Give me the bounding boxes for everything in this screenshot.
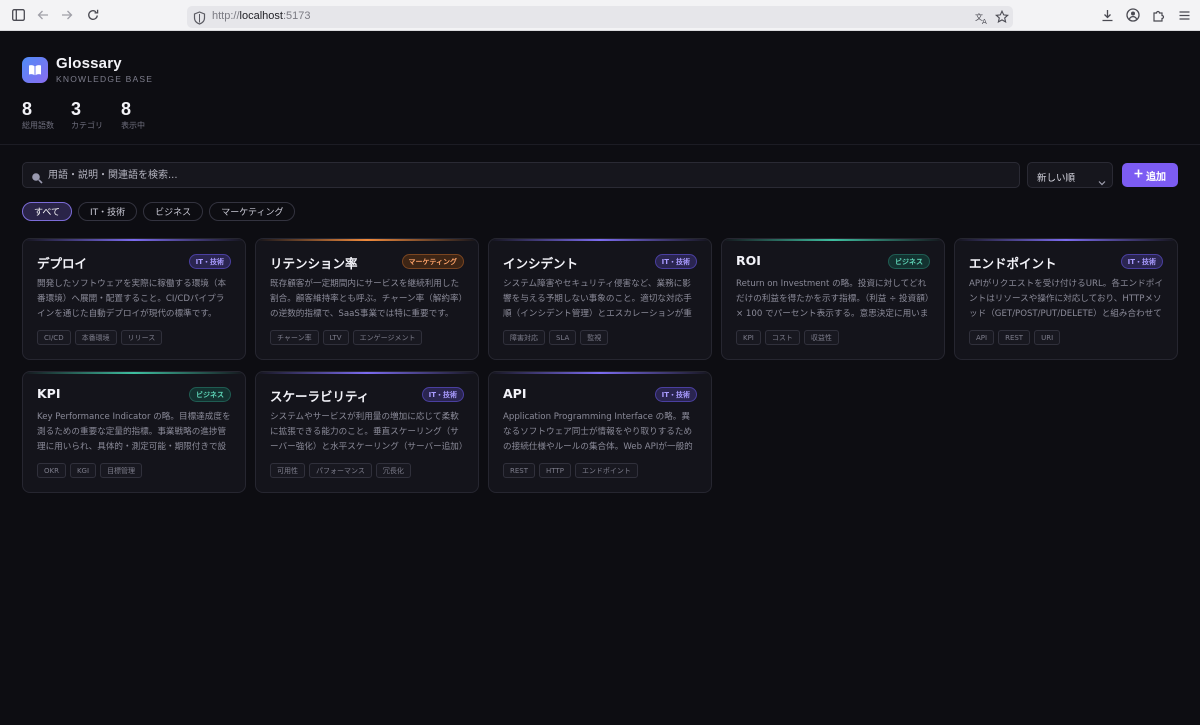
search-box[interactable] (22, 162, 1020, 188)
tag[interactable]: コスト (764, 330, 800, 345)
term-description: Return on Investment の略。投資に対してどれだけの利益を得た… (736, 279, 930, 319)
account-icon[interactable] (1125, 7, 1141, 23)
book-icon (22, 57, 48, 83)
tag[interactable]: エンゲージメント (352, 330, 423, 345)
term-description: Key Performance Indicator の略。目標達成度を測るための… (37, 412, 231, 452)
app-subtitle: KNOWLEDGE BASE (56, 74, 154, 84)
category-badge: IT・技術 (654, 387, 697, 402)
tag[interactable]: 可用性 (270, 463, 305, 478)
term-card[interactable]: リテンション率 マーケティング 既存顧客が一定期間内にサービスを継続利用した割合… (255, 238, 479, 360)
tag[interactable]: CI/CD (37, 330, 71, 345)
search-icon (31, 169, 43, 188)
filter-chip-all[interactable]: すべて (22, 202, 73, 221)
app-title: Glossary (56, 55, 122, 72)
tag[interactable]: URI (1034, 330, 1061, 345)
app-header: Glossary KNOWLEDGE BASE 8 総用語数 3 カテゴリ 8 … (0, 31, 1200, 145)
category-badge: ビジネス (189, 387, 231, 402)
category-filter-bar: すべて IT・技術 ビジネス マーケティング (22, 202, 296, 221)
term-description: 既存顧客が一定期間内にサービスを継続利用した割合。顧客維持率とも呼ぶ。チャーン率… (270, 279, 463, 319)
tag[interactable]: 収益性 (803, 330, 839, 345)
back-icon[interactable] (35, 7, 51, 23)
tag[interactable]: チャーン率 (270, 330, 319, 345)
term-description: システムやサービスが利用量の増加に応じて柔軟に拡張できる能力のこと。垂直スケーリ… (270, 412, 464, 452)
category-badge: IT・技術 (654, 254, 697, 269)
reload-icon[interactable] (85, 7, 101, 23)
category-badge: IT・技術 (1120, 254, 1163, 269)
url-text: http://localhost:5173 (212, 10, 311, 22)
category-badge: IT・技術 (421, 387, 464, 402)
term-title: スケーラビリティ (270, 389, 370, 404)
add-term-button[interactable]: 追加 (1122, 163, 1178, 187)
term-title: ROI (736, 253, 761, 268)
stat-categories: 3 カテゴリ (71, 99, 103, 130)
sidebar-toggle-icon[interactable] (10, 7, 26, 23)
related-tags: 障害対応 SLA 監視 (503, 330, 609, 345)
browser-toolbar: http://localhost:5173 文A (0, 0, 1200, 31)
term-title: リテンション率 (270, 256, 358, 271)
tag[interactable]: 監視 (580, 330, 609, 345)
related-tags: API REST URI (969, 330, 1061, 345)
stat-showing: 8 表示中 (121, 99, 145, 130)
term-card[interactable]: API IT・技術 Application Programming Interf… (488, 371, 712, 493)
tag[interactable]: KPI (736, 330, 761, 345)
term-title: KPI (37, 386, 61, 401)
tag[interactable]: 冗長化 (375, 463, 411, 478)
tag[interactable]: パフォーマンス (309, 463, 372, 478)
term-description: システム障害やセキュリティ侵害など、業務に影響を与える予期しない事象のこと。適切… (503, 279, 692, 319)
tag[interactable]: 障害対応 (503, 330, 545, 345)
term-card[interactable]: エンドポイント IT・技術 APIがリクエストを受け付けるURL。各エンドポイン… (954, 238, 1178, 360)
tag[interactable]: KGI (69, 463, 97, 478)
tag[interactable]: REST (503, 463, 536, 478)
related-tags: CI/CD 本番環境 リリース (37, 330, 163, 345)
category-badge: ビジネス (888, 254, 930, 269)
term-card[interactable]: デプロイ IT・技術 開発したソフトウェアを実際に稼働する環境（本番環境）へ展開… (22, 238, 246, 360)
tag[interactable]: SLA (549, 330, 577, 345)
related-tags: REST HTTP エンドポイント (503, 463, 638, 478)
sort-select[interactable]: 新しい順 (1027, 162, 1113, 188)
related-tags: チャーン率 LTV エンゲージメント (270, 330, 423, 345)
term-title: デプロイ (37, 256, 88, 271)
filter-chip-business[interactable]: ビジネス (143, 202, 204, 221)
tag[interactable]: 本番環境 (74, 330, 117, 345)
svg-text:A: A (982, 18, 987, 25)
glossary-app: Glossary KNOWLEDGE BASE 8 総用語数 3 カテゴリ 8 … (0, 31, 1200, 725)
term-title: インシデント (503, 256, 579, 271)
stat-total-terms: 8 総用語数 (22, 99, 54, 130)
filter-chip-marketing[interactable]: マーケティング (209, 202, 296, 221)
extensions-icon[interactable] (1150, 7, 1166, 23)
plus-icon (1134, 169, 1143, 181)
address-bar[interactable]: http://localhost:5173 文A (187, 6, 1013, 28)
term-description: APIがリクエストを受け付けるURL。各エンドポイントはリソースや操作に対応して… (969, 279, 1163, 319)
search-input[interactable] (48, 163, 1008, 187)
category-badge: IT・技術 (188, 254, 231, 269)
term-card[interactable]: ROI ビジネス Return on Investment の略。投資に対してど… (721, 238, 945, 360)
download-icon[interactable] (1099, 7, 1115, 23)
term-description: Application Programming Interface の略。異なる… (503, 412, 693, 452)
term-title: API (503, 386, 527, 401)
term-card[interactable]: KPI ビジネス Key Performance Indicator の略。目標… (22, 371, 246, 493)
term-card[interactable]: インシデント IT・技術 システム障害やセキュリティ侵害など、業務に影響を与える… (488, 238, 712, 360)
term-title: エンドポイント (969, 256, 1057, 271)
bookmark-star-icon[interactable] (995, 9, 1009, 28)
related-tags: OKR KGI 目標管理 (37, 463, 143, 478)
chevron-down-icon (1098, 171, 1106, 190)
term-card[interactable]: スケーラビリティ IT・技術 システムやサービスが利用量の増加に応じて柔軟に拡張… (255, 371, 479, 493)
forward-icon[interactable] (59, 7, 75, 23)
tag[interactable]: エンドポイント (574, 463, 638, 478)
filter-chip-it[interactable]: IT・技術 (78, 202, 138, 221)
tag[interactable]: HTTP (539, 463, 571, 478)
translate-icon[interactable]: 文A (975, 10, 989, 29)
shield-icon[interactable] (193, 10, 207, 25)
tag[interactable]: REST (998, 330, 1031, 345)
related-tags: KPI コスト 収益性 (736, 330, 839, 345)
tag[interactable]: API (969, 330, 995, 345)
related-tags: 可用性 パフォーマンス 冗長化 (270, 463, 411, 478)
menu-icon[interactable] (1176, 7, 1192, 23)
term-description: 開発したソフトウェアを実際に稼働する環境（本番環境）へ展開・配置すること。CI/… (37, 279, 227, 319)
category-badge: マーケティング (401, 254, 464, 269)
tag[interactable]: OKR (37, 463, 66, 478)
tag[interactable]: リリース (120, 330, 163, 345)
tag[interactable]: 目標管理 (100, 463, 143, 478)
tag[interactable]: LTV (322, 330, 349, 345)
